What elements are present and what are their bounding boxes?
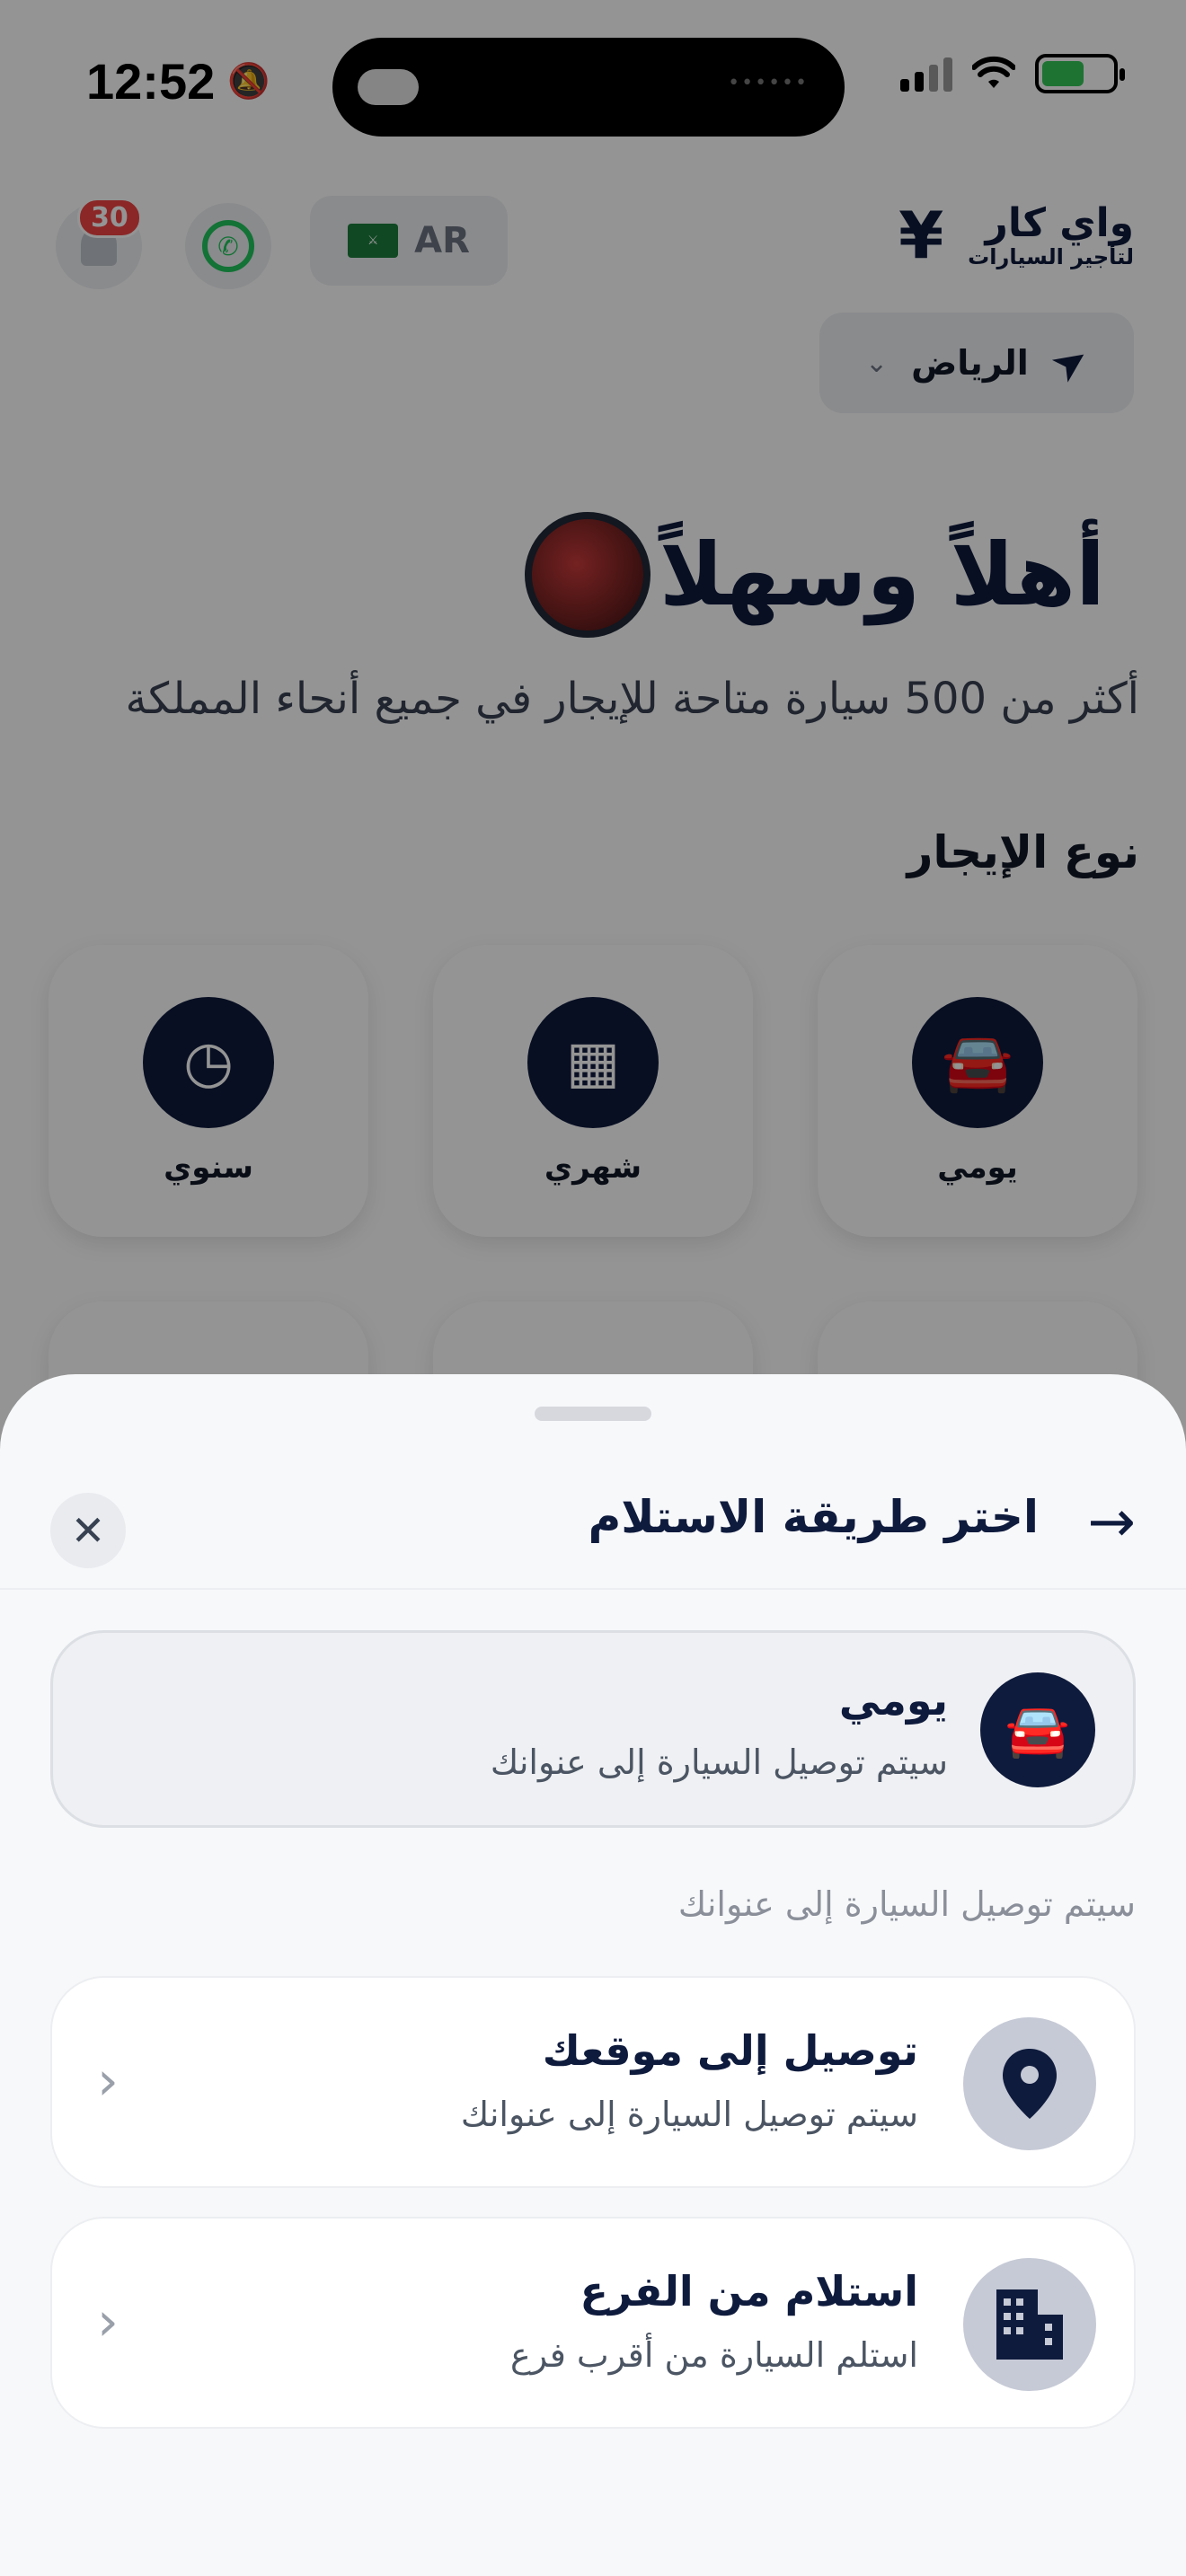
option-delivery[interactable]: توصيل إلى موقعك سيتم توصيل السيارة إلى ع… — [50, 1976, 1136, 2188]
building-icon — [963, 2258, 1096, 2391]
chevron-left-icon: ‹ — [97, 2290, 119, 2353]
pickup-method-sheet: → اختر طريقة الاستلام ✕ 🚘 يومي سيتم توصي… — [0, 1374, 1186, 2576]
back-arrow-icon[interactable]: → — [1087, 1489, 1136, 1556]
chevron-left-icon: ‹ — [97, 2050, 119, 2113]
option-subtitle: استلم السيارة من أقرب فرع — [510, 2335, 918, 2375]
app-screen: 12:52 🔕 •••••• واي كار لتأجير السيارات ¥… — [0, 0, 1186, 2576]
selected-title: يومي — [838, 1676, 948, 1725]
option-branch-pickup[interactable]: استلام من الفرع استلم السيارة من أقرب فر… — [50, 2217, 1136, 2429]
car-icon: 🚘 — [980, 1672, 1095, 1787]
option-title: استلام من الفرع — [580, 2267, 918, 2316]
close-icon: ✕ — [70, 1506, 106, 1555]
close-button[interactable]: ✕ — [50, 1493, 126, 1568]
sheet-title: اختر طريقة الاستلام — [588, 1491, 1039, 1543]
location-pin-icon — [963, 2017, 1096, 2150]
sheet-grabber[interactable] — [535, 1407, 651, 1421]
option-subtitle: سيتم توصيل السيارة إلى عنوانك — [460, 2095, 918, 2134]
option-title: توصيل إلى موقعك — [542, 2026, 918, 2075]
selected-rental-type: 🚘 يومي سيتم توصيل السيارة إلى عنوانك — [50, 1630, 1136, 1828]
sheet-header: → اختر طريقة الاستلام ✕ — [0, 1437, 1186, 1590]
section-hint: سيتم توصيل السيارة إلى عنوانك — [677, 1884, 1136, 1924]
selected-subtitle: سيتم توصيل السيارة إلى عنوانك — [490, 1742, 948, 1782]
